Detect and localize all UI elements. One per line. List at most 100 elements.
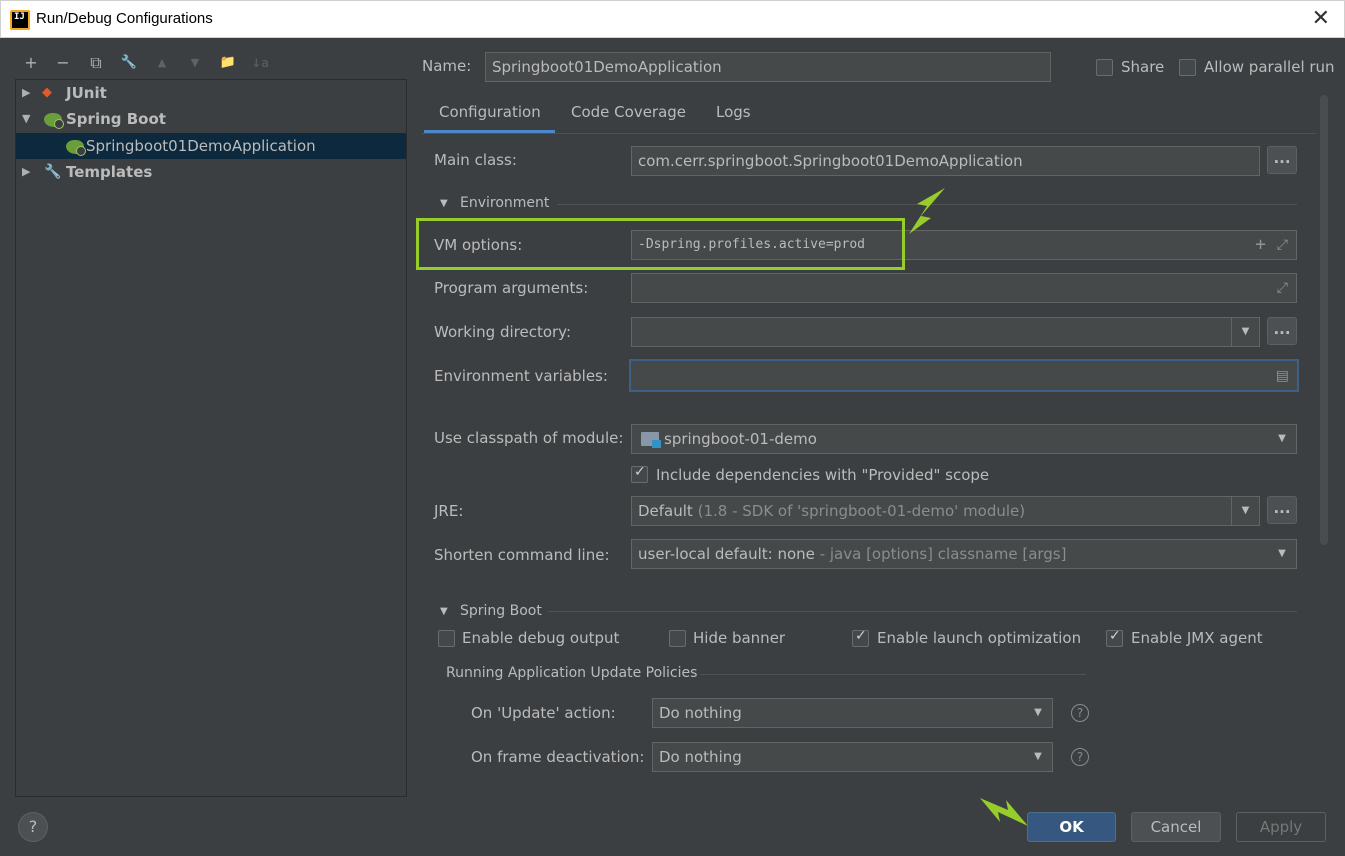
chevron-down-icon[interactable]: ▼ xyxy=(1268,425,1296,453)
shorten-command-line-detail: - java [options] classname [args] xyxy=(819,545,1067,563)
update-action-combo[interactable]: Do nothing ▼ xyxy=(652,698,1053,728)
allow-parallel-run-checkbox[interactable] xyxy=(1179,59,1196,76)
tree-item-label: JUnit xyxy=(66,84,107,102)
expand-arrow-icon[interactable]: ▶ xyxy=(22,80,30,106)
move-up-icon[interactable]: ▲ xyxy=(151,52,173,74)
copy-icon[interactable]: ⧉ xyxy=(85,52,107,74)
jre-browse-button[interactable]: ... xyxy=(1267,496,1297,524)
classpath-module-value: springboot-01-demo xyxy=(664,430,817,448)
document-icon[interactable]: ▤ xyxy=(1276,362,1289,390)
jre-label: JRE: xyxy=(434,502,464,520)
working-directory-browse-button[interactable]: ... xyxy=(1267,317,1297,345)
environment-variables-label: Environment variables: xyxy=(434,367,608,385)
spring-boot-app-icon xyxy=(66,140,86,156)
main-class-browse-button[interactable]: ... xyxy=(1267,146,1297,174)
tree-item-label: Templates xyxy=(66,163,153,181)
enable-jmx-agent-checkbox[interactable] xyxy=(1106,628,1123,647)
allow-parallel-run-label: Allow parallel run xyxy=(1204,58,1335,76)
tree-item-templates[interactable]: ▶ 🔧 Templates xyxy=(16,159,406,185)
share-label: Share xyxy=(1121,58,1165,76)
wrench-icon[interactable]: 🔧 xyxy=(118,52,140,74)
help-icon[interactable]: ? xyxy=(1071,704,1089,722)
working-directory-combo[interactable]: ▼ xyxy=(631,317,1260,347)
add-icon[interactable]: + xyxy=(20,52,42,74)
environment-section-title: Environment xyxy=(460,195,550,211)
tabs-divider xyxy=(422,133,1316,134)
include-dependencies-checkbox[interactable] xyxy=(631,464,648,483)
chevron-down-icon[interactable]: ▼ xyxy=(1231,318,1259,346)
chevron-down-icon[interactable]: ▼ xyxy=(1024,743,1052,771)
wrench-icon: 🔧 xyxy=(44,164,62,180)
classpath-module-combo[interactable]: springboot-01-demo ▼ xyxy=(631,424,1297,454)
classpath-module-label: Use classpath of module: xyxy=(434,429,624,447)
shorten-command-line-label: Shorten command line: xyxy=(434,546,610,564)
jre-value-detail: (1.8 - SDK of 'springboot-01-demo' modul… xyxy=(697,502,1026,520)
sort-icon[interactable]: ↓a xyxy=(249,52,271,74)
enable-launch-optimization-checkbox[interactable] xyxy=(852,628,869,647)
shorten-command-line-combo[interactable]: user-local default: none - java [options… xyxy=(631,539,1297,569)
environment-variables-input[interactable]: ▤ xyxy=(629,359,1299,392)
tab-configuration[interactable]: Configuration xyxy=(439,103,541,121)
configuration-tree: ▶ ◆ JUnit ▼ Spring Boot Springboot01Demo… xyxy=(15,79,407,797)
collapse-spring-boot-icon[interactable]: ▼ xyxy=(440,606,448,617)
spring-boot-section-title: Spring Boot xyxy=(460,603,542,619)
working-directory-label: Working directory: xyxy=(434,323,572,341)
tree-item-spring-boot[interactable]: ▼ Spring Boot xyxy=(16,106,406,132)
update-policies-title: Running Application Update Policies xyxy=(446,665,698,681)
include-dependencies-label: Include dependencies with "Provided" sco… xyxy=(656,466,990,484)
tab-code-coverage[interactable]: Code Coverage xyxy=(571,103,686,121)
folder-icon[interactable]: 📁 xyxy=(217,52,239,74)
expand-icon[interactable]: ⤢ xyxy=(1277,231,1288,259)
tab-logs[interactable]: Logs xyxy=(716,103,751,121)
program-arguments-input[interactable]: ⤢ xyxy=(631,273,1297,303)
frame-deactivation-label: On frame deactivation: xyxy=(471,748,645,766)
collapse-arrow-icon[interactable]: ▼ xyxy=(22,106,30,132)
help-button[interactable]: ? xyxy=(18,812,48,842)
annotation-arrow-icon xyxy=(909,188,945,234)
expand-icon[interactable]: ⤢ xyxy=(1277,274,1288,302)
update-policies-divider xyxy=(700,674,1086,675)
window-title: Run/Debug Configurations xyxy=(36,10,213,27)
tree-item-label: Spring Boot xyxy=(66,110,166,128)
name-label: Name: xyxy=(422,57,472,75)
main-class-input[interactable]: com.cerr.springboot.Springboot01DemoAppl… xyxy=(631,146,1260,176)
enable-debug-output-label: Enable debug output xyxy=(462,629,620,647)
window-titlebar: IJ Run/Debug Configurations ✕ xyxy=(0,0,1345,38)
enable-launch-optimization-label: Enable launch optimization xyxy=(877,629,1082,647)
junit-icon: ◆ xyxy=(42,85,52,100)
update-action-label: On 'Update' action: xyxy=(471,704,616,722)
jre-combo[interactable]: Default (1.8 - SDK of 'springboot-01-dem… xyxy=(631,496,1260,526)
add-icon[interactable]: + xyxy=(1255,231,1266,259)
chevron-down-icon[interactable]: ▼ xyxy=(1231,497,1259,525)
annotation-arrow-icon xyxy=(980,798,1028,826)
move-down-icon[interactable]: ▼ xyxy=(184,52,206,74)
chevron-down-icon[interactable]: ▼ xyxy=(1268,540,1296,568)
frame-deactivation-value: Do nothing xyxy=(659,748,742,766)
shorten-command-line-value: user-local default: none xyxy=(638,545,815,563)
tree-item-label: Springboot01DemoApplication xyxy=(86,137,316,155)
module-folder-icon xyxy=(641,432,661,448)
hide-banner-checkbox[interactable] xyxy=(669,630,686,647)
expand-arrow-icon[interactable]: ▶ xyxy=(22,159,30,185)
remove-icon[interactable]: − xyxy=(52,52,74,74)
name-input[interactable]: Springboot01DemoApplication xyxy=(485,52,1051,82)
program-arguments-label: Program arguments: xyxy=(434,279,589,297)
enable-jmx-agent-label: Enable JMX agent xyxy=(1131,629,1263,647)
cancel-button[interactable]: Cancel xyxy=(1131,812,1221,842)
chevron-down-icon[interactable]: ▼ xyxy=(1024,699,1052,727)
main-class-label: Main class: xyxy=(434,151,517,169)
share-checkbox[interactable] xyxy=(1096,59,1113,76)
apply-button[interactable]: Apply xyxy=(1236,812,1326,842)
spring-boot-divider xyxy=(548,611,1297,612)
frame-deactivation-combo[interactable]: Do nothing ▼ xyxy=(652,742,1053,772)
spring-boot-icon xyxy=(44,113,64,129)
help-icon[interactable]: ? xyxy=(1071,748,1089,766)
collapse-environment-icon[interactable]: ▼ xyxy=(440,198,448,209)
update-action-value: Do nothing xyxy=(659,704,742,722)
enable-debug-output-checkbox[interactable] xyxy=(438,630,455,647)
ok-button[interactable]: OK xyxy=(1027,812,1116,842)
tree-item-springboot01demoapplication[interactable]: Springboot01DemoApplication xyxy=(16,133,406,159)
tree-item-junit[interactable]: ▶ ◆ JUnit xyxy=(16,80,406,106)
scrollbar[interactable] xyxy=(1320,95,1328,545)
close-icon[interactable]: ✕ xyxy=(1312,6,1330,31)
